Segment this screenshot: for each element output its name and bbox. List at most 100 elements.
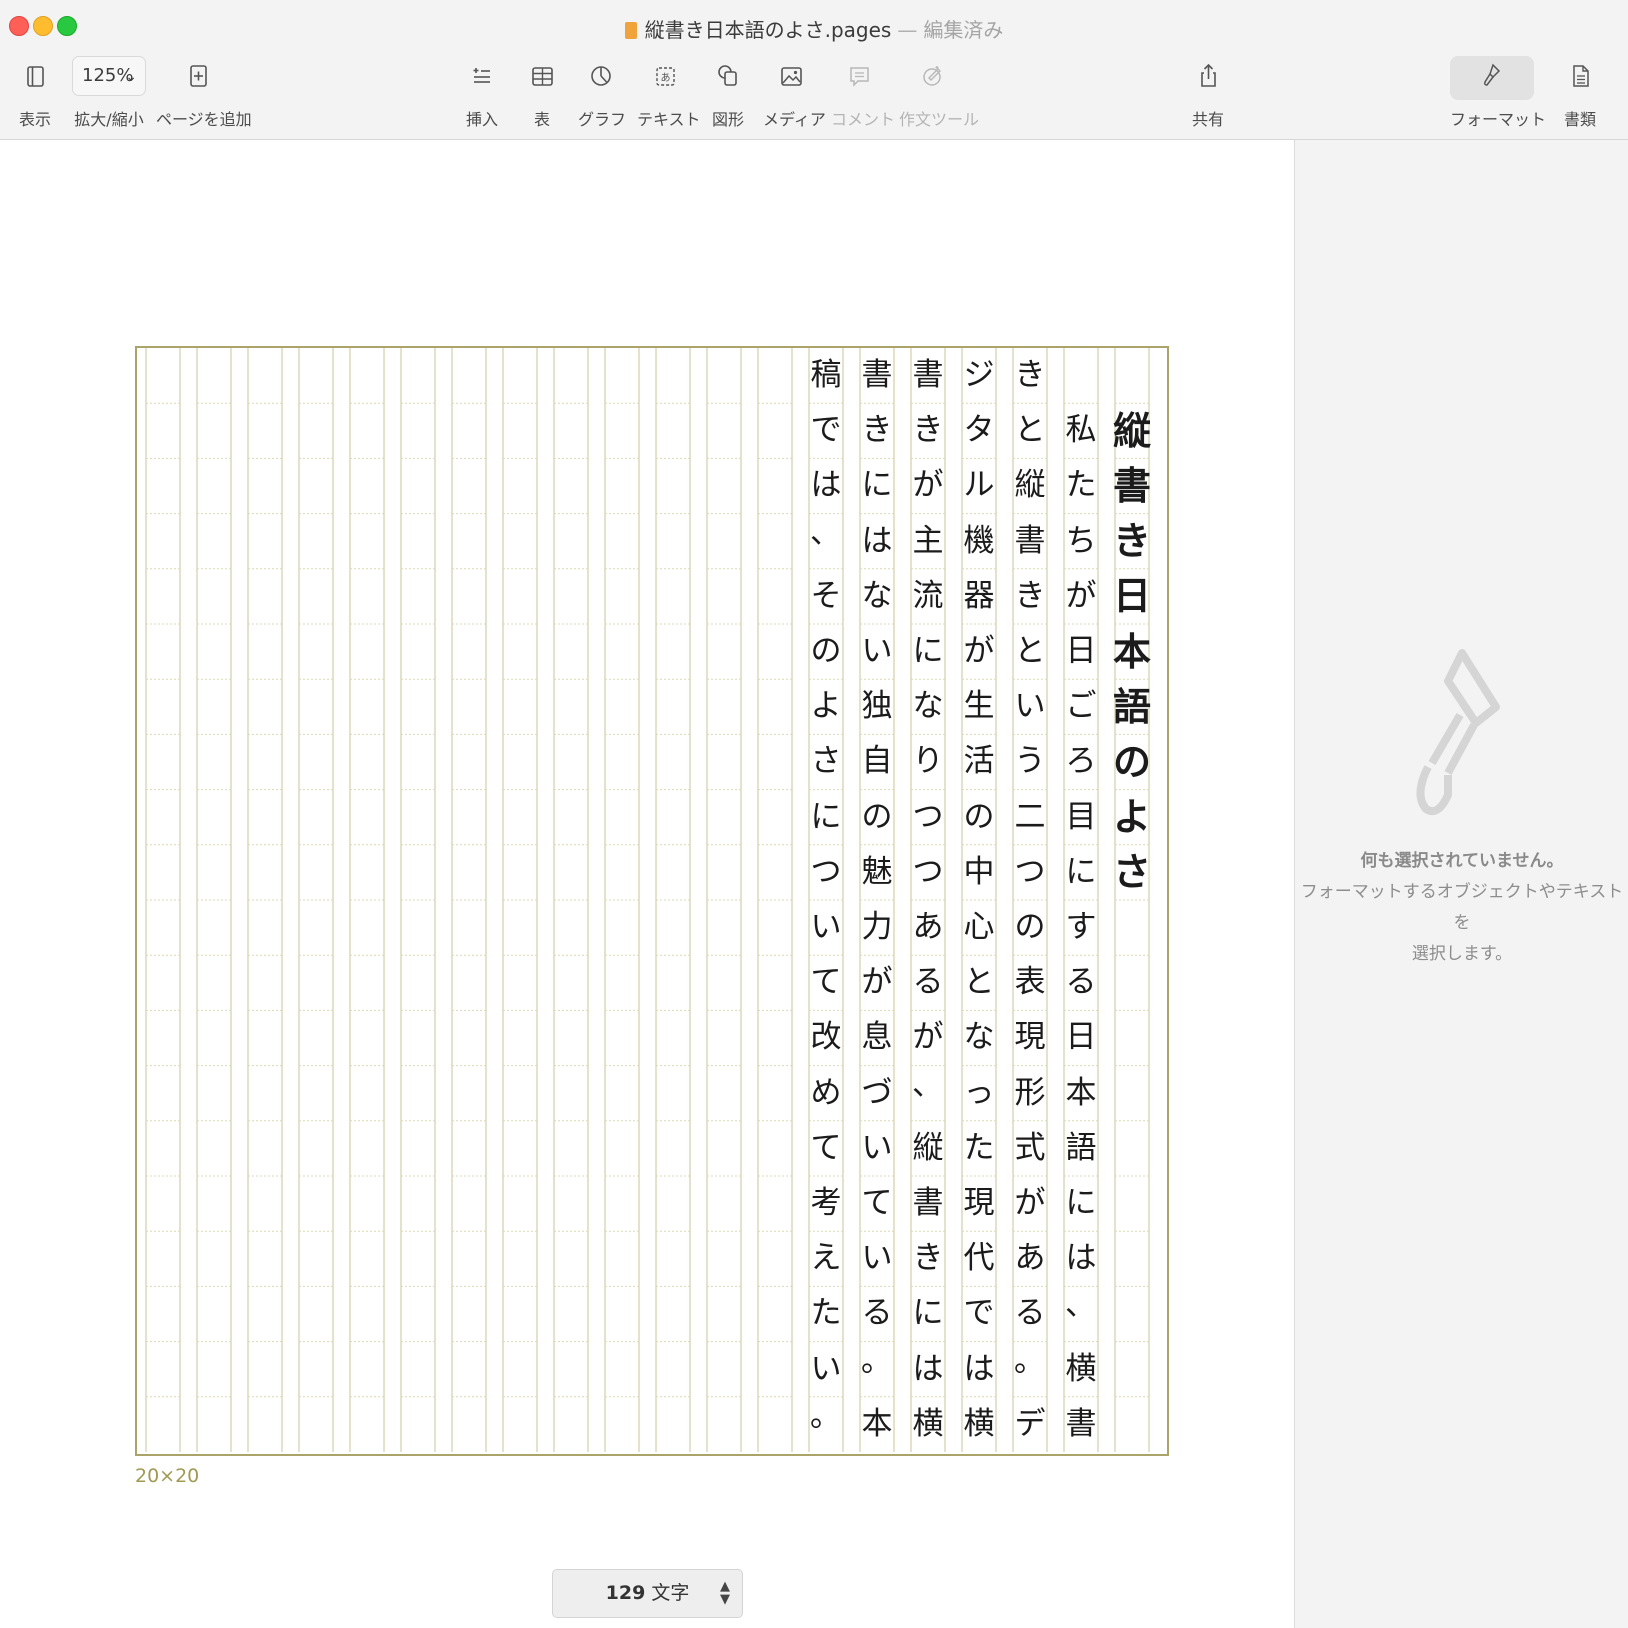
body-character[interactable]: が — [911, 458, 945, 513]
title-character[interactable]: 日 — [1113, 569, 1151, 624]
body-character[interactable]: で — [809, 403, 843, 458]
document-button[interactable]: 書類 — [1558, 60, 1602, 130]
body-character[interactable]: き — [911, 403, 945, 458]
body-character[interactable]: そ — [809, 569, 843, 624]
body-character[interactable]: 書 — [911, 1176, 945, 1231]
body-character[interactable]: る — [1064, 955, 1098, 1010]
body-character[interactable]: 。 — [860, 1342, 894, 1397]
body-character[interactable]: に — [911, 624, 945, 679]
chart-button[interactable]: グラフ — [578, 60, 626, 130]
share-button[interactable]: 共有 — [1186, 60, 1230, 130]
title-character[interactable]: よ — [1113, 790, 1151, 845]
body-character[interactable]: め — [809, 1066, 843, 1121]
body-character[interactable]: 考 — [809, 1176, 843, 1231]
word-count-popup[interactable]: 129 文字 ▲ ▼ — [552, 1569, 743, 1618]
body-character[interactable]: る — [911, 955, 945, 1010]
body-character[interactable]: つ — [1013, 845, 1047, 900]
body-character[interactable]: 稿 — [809, 348, 843, 403]
body-character[interactable]: き — [860, 403, 894, 458]
body-character[interactable]: 書 — [911, 348, 945, 403]
body-character[interactable]: の — [860, 790, 894, 845]
body-character[interactable]: す — [1064, 900, 1098, 955]
body-character[interactable]: 中 — [962, 845, 996, 900]
body-character[interactable]: 現 — [1013, 1010, 1047, 1065]
body-character[interactable]: 現 — [962, 1176, 996, 1231]
body-character[interactable]: で — [962, 1286, 996, 1341]
body-character[interactable]: の — [1013, 900, 1047, 955]
body-character[interactable]: は — [911, 1342, 945, 1397]
body-character[interactable]: き — [1013, 569, 1047, 624]
body-character[interactable]: づ — [860, 1066, 894, 1121]
zoom-button[interactable]: 拡大/縮小 — [70, 92, 148, 130]
body-character[interactable]: 器 — [962, 569, 996, 624]
body-character[interactable]: ジ — [962, 348, 996, 403]
body-character[interactable]: が — [860, 955, 894, 1010]
title-character[interactable]: 語 — [1113, 679, 1151, 734]
body-character[interactable]: と — [1013, 624, 1047, 679]
body-character[interactable]: い — [809, 900, 843, 955]
body-character[interactable]: さ — [809, 734, 843, 789]
body-character[interactable]: う — [1013, 734, 1047, 789]
body-character[interactable]: タ — [962, 403, 996, 458]
insert-button[interactable]: 挿入 — [461, 60, 503, 130]
add-page-button[interactable]: ページを追加 — [156, 60, 252, 130]
body-character[interactable]: 形 — [1013, 1066, 1047, 1121]
body-character[interactable]: 力 — [860, 900, 894, 955]
body-character[interactable]: 書 — [860, 348, 894, 403]
body-character[interactable]: と — [1013, 403, 1047, 458]
body-character[interactable]: に — [1064, 1176, 1098, 1231]
body-character[interactable]: な — [962, 1010, 996, 1065]
body-character[interactable]: が — [962, 624, 996, 679]
body-character[interactable]: の — [809, 624, 843, 679]
manuscript-page[interactable]: 縦書き日本語のよさ私たちが日ごろ目にする日本語には、横書きと縦書きという二つの表… — [135, 346, 1169, 1456]
body-character[interactable]: 改 — [809, 1010, 843, 1065]
body-character[interactable]: た — [1064, 458, 1098, 513]
body-character[interactable]: 、 — [911, 1066, 945, 1121]
body-character[interactable]: ろ — [1064, 734, 1098, 789]
body-character[interactable]: 書 — [1064, 1397, 1098, 1452]
media-button[interactable]: メディア — [763, 60, 826, 130]
body-character[interactable]: よ — [809, 679, 843, 734]
body-character[interactable]: 横 — [1064, 1342, 1098, 1397]
body-character[interactable]: ち — [1064, 514, 1098, 569]
body-character[interactable]: つ — [809, 845, 843, 900]
body-character[interactable]: ご — [1064, 679, 1098, 734]
body-character[interactable]: 日 — [1064, 624, 1098, 679]
body-character[interactable]: 流 — [911, 569, 945, 624]
body-character[interactable]: き — [1013, 348, 1047, 403]
body-character[interactable]: 表 — [1013, 955, 1047, 1010]
body-character[interactable]: つ — [911, 790, 945, 845]
text-button[interactable]: あ テキスト — [637, 60, 701, 130]
shape-button[interactable]: 図形 — [707, 60, 749, 130]
body-character[interactable]: 式 — [1013, 1121, 1047, 1176]
body-character[interactable]: 独 — [860, 679, 894, 734]
body-character[interactable]: 心 — [962, 900, 996, 955]
body-character[interactable]: の — [962, 790, 996, 845]
body-character[interactable]: 本 — [860, 1397, 894, 1452]
comment-button[interactable]: コメント — [831, 60, 895, 130]
body-character[interactable]: 二 — [1013, 790, 1047, 845]
table-button[interactable]: 表 — [521, 60, 563, 130]
format-button[interactable]: フォーマット — [1450, 60, 1546, 130]
title-character[interactable]: 本 — [1113, 624, 1151, 679]
body-character[interactable]: は — [809, 458, 843, 513]
body-character[interactable]: き — [911, 1231, 945, 1286]
body-character[interactable]: な — [911, 679, 945, 734]
body-character[interactable]: あ — [1013, 1231, 1047, 1286]
body-character[interactable]: デ — [1013, 1397, 1047, 1452]
body-character[interactable]: と — [962, 955, 996, 1010]
body-character[interactable]: 日 — [1064, 1010, 1098, 1065]
title-character[interactable]: き — [1113, 514, 1151, 569]
body-character[interactable]: 縦 — [1013, 458, 1047, 513]
zoom-select[interactable]: 125% ⌄ — [72, 56, 146, 96]
title-character[interactable]: 縦 — [1113, 403, 1151, 458]
body-character[interactable]: 、 — [809, 514, 843, 569]
body-character[interactable]: 書 — [1013, 514, 1047, 569]
body-character[interactable]: い — [860, 1231, 894, 1286]
body-character[interactable]: な — [860, 569, 894, 624]
body-character[interactable]: 目 — [1064, 790, 1098, 845]
body-character[interactable]: 横 — [962, 1397, 996, 1452]
view-button[interactable]: 表示 — [14, 60, 56, 130]
body-character[interactable]: い — [809, 1342, 843, 1397]
body-character[interactable]: い — [860, 624, 894, 679]
